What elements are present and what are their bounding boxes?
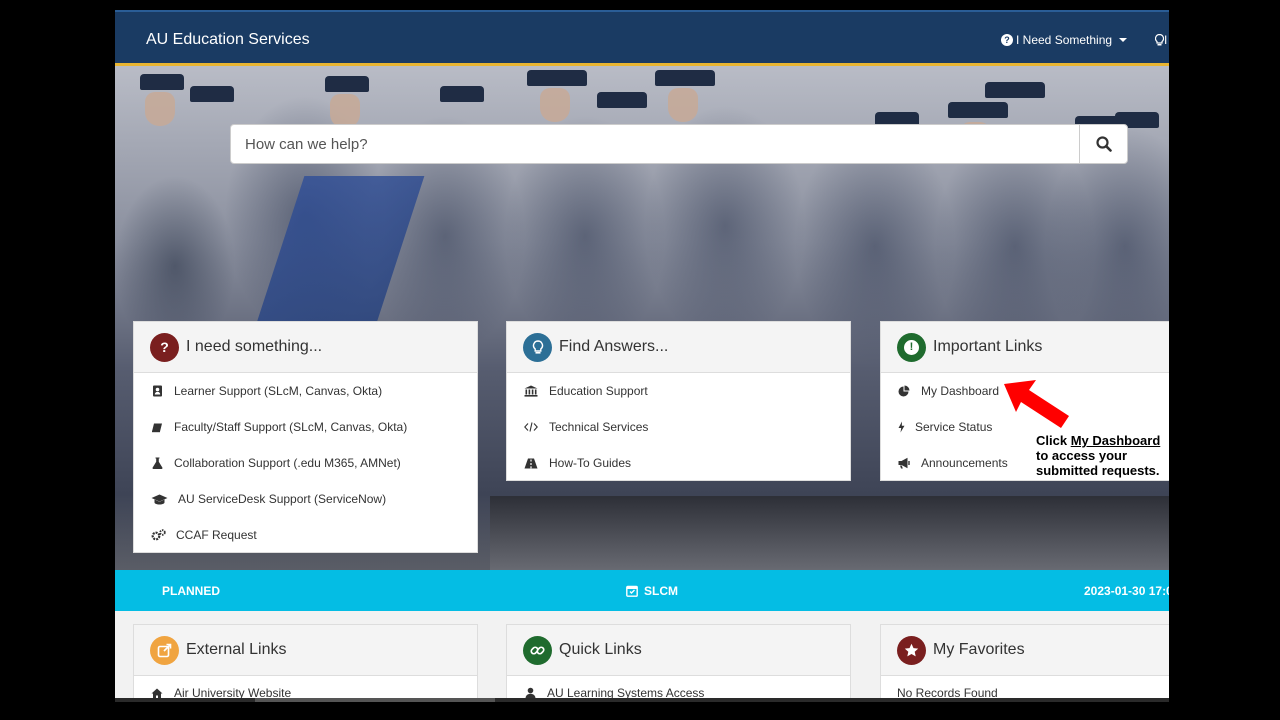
- link-label: Technical Services: [549, 420, 649, 434]
- link-label: AU ServiceDesk Support (ServiceNow): [178, 492, 387, 506]
- card-header: ? I need something...: [134, 322, 477, 373]
- hero-figure: [140, 74, 184, 90]
- card-header: My Favorites: [881, 625, 1169, 676]
- address-book-icon: [150, 384, 164, 398]
- search-button[interactable]: [1079, 125, 1127, 163]
- instruction-callout: Click My Dashboard to access your submit…: [1036, 433, 1176, 478]
- card-i-need-something: ? I need something... Learner Support (S…: [133, 321, 478, 553]
- i-need-something-menu[interactable]: ? I Need Something: [1001, 33, 1128, 47]
- favorites-empty-message: No Records Found: [881, 676, 1169, 700]
- link-label: Learner Support (SLcM, Canvas, Okta): [174, 384, 383, 398]
- callout-prefix: Click: [1036, 433, 1071, 448]
- hero-figure: [190, 86, 234, 102]
- find-answers-menu-label: I: [1164, 33, 1168, 47]
- callout-link-text: My Dashboard: [1070, 433, 1161, 448]
- external-link-icon: [150, 635, 179, 665]
- status-date: 2023-01-30 17:0: [1084, 584, 1169, 598]
- search-icon: [1095, 136, 1112, 152]
- institution-icon: [523, 384, 539, 398]
- lightbulb-icon: [523, 332, 552, 362]
- i-need-something-label: I Need Something: [1016, 33, 1113, 47]
- calendar-icon: [626, 585, 638, 597]
- card-header: Quick Links: [507, 625, 850, 676]
- brand-title[interactable]: AU Education Services: [146, 31, 310, 49]
- search-input[interactable]: [231, 125, 1081, 163]
- star-icon: [897, 635, 926, 665]
- link-technical-services[interactable]: Technical Services: [507, 409, 850, 445]
- red-arrow-annotation: [1004, 380, 1069, 428]
- hero-figure: [597, 92, 647, 108]
- status-service[interactable]: SLCM: [626, 584, 678, 598]
- question-circle-icon: ?: [150, 332, 179, 362]
- card-header: Find Answers...: [507, 322, 850, 373]
- exclamation-circle-icon: !: [897, 332, 926, 362]
- link-education-support[interactable]: Education Support: [507, 373, 850, 409]
- hero-figure: [145, 92, 175, 126]
- card-header: External Links: [134, 625, 477, 676]
- cogs-icon: [150, 528, 166, 542]
- link-au-learning-systems-access[interactable]: AU Learning Systems Access: [507, 676, 850, 700]
- service-status-bar: PLANNED SLCM 2023-01-30 17:0: [115, 570, 1169, 611]
- hero-flag: [255, 176, 425, 326]
- hero-figure: [985, 82, 1045, 98]
- card-title: External Links: [186, 641, 287, 658]
- question-circle-icon: ?: [1001, 34, 1013, 46]
- bolt-icon: [897, 420, 905, 434]
- find-answers-menu[interactable]: I: [1154, 33, 1168, 47]
- pie-chart-icon: [897, 384, 911, 398]
- scrollbar-thumb[interactable]: [255, 698, 495, 702]
- hero-figure: [440, 86, 484, 102]
- link-label: My Dashboard: [921, 384, 1000, 398]
- link-how-to-guides[interactable]: How-To Guides: [507, 445, 850, 481]
- card-title: Find Answers...: [559, 338, 669, 355]
- status-service-label: SLCM: [644, 584, 678, 598]
- link-label: Education Support: [549, 384, 648, 398]
- card-find-answers: Find Answers... Education Support Techni…: [506, 321, 851, 481]
- top-navbar: AU Education Services ? I Need Something…: [115, 10, 1169, 63]
- link-ccaf-request[interactable]: CCAF Request: [134, 517, 477, 553]
- flask-icon: [150, 456, 164, 470]
- callout-line-2: to access your: [1036, 448, 1128, 463]
- link-learner-support[interactable]: Learner Support (SLcM, Canvas, Okta): [134, 373, 477, 409]
- link-label: CCAF Request: [176, 528, 257, 542]
- card-quick-links: Quick Links AU Learning Systems Access: [506, 624, 851, 700]
- hero-figure: [655, 70, 715, 86]
- graduation-cap-icon: [150, 492, 168, 506]
- link-chain-icon: [523, 635, 552, 665]
- link-label: Announcements: [921, 456, 1008, 470]
- road-icon: [523, 456, 539, 470]
- card-title: Important Links: [933, 338, 1043, 355]
- search-bar: [230, 124, 1128, 164]
- card-header: ! Important Links: [881, 322, 1169, 373]
- hero-figure: [330, 94, 360, 128]
- horizontal-scrollbar[interactable]: [115, 698, 1169, 702]
- hero-figure: [527, 70, 587, 86]
- link-label: Collaboration Support (.edu M365, AMNet): [174, 456, 401, 470]
- card-title: Quick Links: [559, 641, 642, 658]
- link-label: How-To Guides: [549, 456, 632, 470]
- caret-down-icon: [1119, 38, 1128, 42]
- hero-figure: [948, 102, 1008, 118]
- link-label: Faculty/Staff Support (SLcM, Canvas, Okt…: [174, 420, 408, 434]
- status-state: PLANNED: [162, 584, 221, 598]
- hero-figure: [325, 76, 369, 92]
- book-icon: [150, 420, 164, 434]
- card-title: My Favorites: [933, 641, 1025, 658]
- browser-viewport: AU Education Services ? I Need Something…: [115, 10, 1169, 700]
- callout-line-3: submitted requests.: [1036, 463, 1160, 478]
- link-label: Service Status: [915, 420, 993, 434]
- bullhorn-icon: [897, 456, 911, 470]
- code-icon: [523, 420, 539, 434]
- link-air-university-website[interactable]: Air University Website: [134, 676, 477, 700]
- link-faculty-staff-support[interactable]: Faculty/Staff Support (SLcM, Canvas, Okt…: [134, 409, 477, 445]
- link-au-servicedesk-support[interactable]: AU ServiceDesk Support (ServiceNow): [134, 481, 477, 517]
- hero-figure: [540, 88, 570, 122]
- hero-ground: [490, 496, 1169, 570]
- card-title: I need something...: [186, 338, 323, 355]
- link-collaboration-support[interactable]: Collaboration Support (.edu M365, AMNet): [134, 445, 477, 481]
- card-external-links: External Links Air University Website: [133, 624, 478, 700]
- lightbulb-icon: [1154, 33, 1165, 46]
- card-my-favorites: My Favorites No Records Found: [880, 624, 1169, 700]
- hero-figure: [668, 88, 698, 122]
